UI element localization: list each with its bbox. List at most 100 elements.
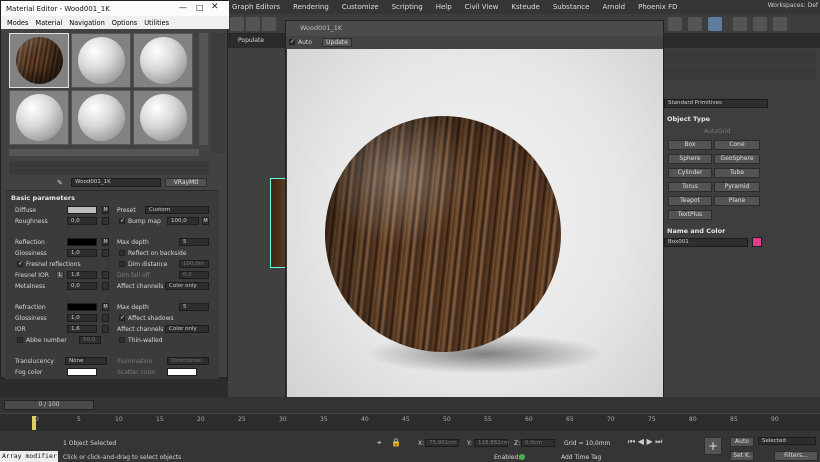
bump-checkbox[interactable] xyxy=(119,217,125,224)
menu-arnold[interactable]: Arnold xyxy=(602,3,625,11)
dim-distance-checkbox[interactable] xyxy=(119,261,125,267)
ior-field[interactable]: 1,6 xyxy=(67,325,97,333)
affect-shadows-checkbox[interactable] xyxy=(119,314,125,321)
geosphere-button[interactable]: GeoSphere xyxy=(714,154,760,164)
object-type-header[interactable]: Object Type xyxy=(667,115,710,123)
menu-navigation[interactable]: Navigation xyxy=(69,19,105,27)
refraction-affect-channels-dropdown[interactable]: Color only xyxy=(165,325,209,333)
move-icon[interactable] xyxy=(230,17,244,31)
menu-help[interactable]: Help xyxy=(436,3,452,11)
cone-button[interactable]: Cone xyxy=(714,140,760,150)
fresnel-ior-map-button[interactable] xyxy=(102,271,109,279)
teapot-icon[interactable] xyxy=(773,17,787,31)
enabled-indicator[interactable] xyxy=(519,454,525,460)
menu-scripting[interactable]: Scripting xyxy=(392,3,423,11)
sample-slot-wood[interactable] xyxy=(9,33,69,88)
glossiness-map-button[interactable] xyxy=(102,249,109,257)
fresnel-checkbox[interactable] xyxy=(17,260,23,267)
teapot-button[interactable]: Teapot xyxy=(668,196,712,206)
filters-button[interactable]: Filters... xyxy=(774,451,818,461)
minimize-icon[interactable]: — xyxy=(179,3,187,12)
rotate-icon[interactable] xyxy=(246,17,260,31)
refraction-swatch[interactable] xyxy=(67,303,97,311)
menu-material[interactable]: Material xyxy=(35,19,62,27)
material-editor-icon[interactable] xyxy=(708,17,722,31)
add-time-tag[interactable]: Add Time Tag xyxy=(561,454,601,461)
sample-slot[interactable] xyxy=(71,33,131,88)
render-production-icon[interactable] xyxy=(753,17,767,31)
material-name-field[interactable]: Wood001_1K xyxy=(71,178,161,187)
render-frame-icon[interactable] xyxy=(688,17,702,31)
max-depth-field[interactable]: 5 xyxy=(179,238,209,246)
menu-civil-view[interactable]: Civil View xyxy=(465,3,499,11)
render-icon[interactable] xyxy=(733,17,747,31)
sample-slot[interactable] xyxy=(9,90,69,145)
timeline-ruler[interactable] xyxy=(0,413,820,431)
metalness-field[interactable]: 0,0 xyxy=(67,282,97,290)
reflection-affect-channels-dropdown[interactable]: Color only xyxy=(165,282,209,290)
refr-glossiness-field[interactable]: 1,0 xyxy=(67,314,97,322)
menu-ksteude[interactable]: Ksteude xyxy=(511,3,539,11)
sample-slot[interactable] xyxy=(133,90,193,145)
auto-key-button[interactable]: Auto xyxy=(730,437,754,447)
fresnel-lock-button[interactable]: L xyxy=(56,271,64,279)
refr-glossiness-map-button[interactable] xyxy=(102,314,109,322)
slots-scrollbar[interactable] xyxy=(199,33,208,145)
auto-checkbox[interactable] xyxy=(289,38,295,45)
basic-parameters-header[interactable]: Basic parameters xyxy=(11,194,75,202)
autogrid-label[interactable]: AutoGrid xyxy=(704,128,731,135)
maxscript-listener[interactable]: Array modifier xyxy=(0,451,58,462)
box-object[interactable] xyxy=(270,178,286,268)
roughness-map-button[interactable] xyxy=(102,217,109,225)
bump-field[interactable]: 100,0 xyxy=(167,217,199,225)
reflect-backside-checkbox[interactable] xyxy=(119,250,125,256)
tube-button[interactable]: Tube xyxy=(714,168,760,178)
fresnel-ior-field[interactable]: 1,6 xyxy=(67,271,97,279)
name-color-header[interactable]: Name and Color xyxy=(667,227,725,235)
scale-icon[interactable] xyxy=(262,17,276,31)
z-field[interactable]: 0,0cm xyxy=(521,439,555,447)
update-button[interactable]: Update xyxy=(322,38,352,47)
menu-options[interactable]: Options xyxy=(112,19,137,27)
material-type-button[interactable]: VRayMtl xyxy=(165,178,207,187)
close-icon[interactable]: ✕ xyxy=(211,2,219,12)
lock-icon[interactable]: 🔒 xyxy=(391,438,401,447)
eyedropper-icon[interactable]: ✎ xyxy=(57,179,63,187)
y-field[interactable]: 118,882cm xyxy=(474,439,509,447)
fog-color-swatch[interactable] xyxy=(67,368,97,376)
x-field[interactable]: 75,901cm xyxy=(425,439,459,447)
metalness-map-button[interactable] xyxy=(102,282,109,290)
key-filter-dropdown[interactable]: Selected xyxy=(758,437,816,445)
glossiness-field[interactable]: 1,0 xyxy=(67,249,97,257)
frame-indicator[interactable]: 0 / 100 xyxy=(4,400,94,410)
menu-graph-editors[interactable]: Graph Editors xyxy=(232,3,280,11)
isolate-icon[interactable]: ⌖ xyxy=(377,438,382,448)
refraction-map-button[interactable]: M xyxy=(102,303,109,311)
ior-map-button[interactable] xyxy=(102,325,109,333)
bump-map-button[interactable]: M xyxy=(202,217,209,225)
thin-walled-checkbox[interactable] xyxy=(119,337,125,343)
menu-customize[interactable]: Customize xyxy=(342,3,379,11)
cylinder-button[interactable]: Cylinder xyxy=(668,168,712,178)
box-button[interactable]: Box xyxy=(668,140,712,150)
add-key-button[interactable]: + xyxy=(704,437,722,455)
sample-slot[interactable] xyxy=(71,90,131,145)
refr-max-depth-field[interactable]: 5 xyxy=(179,303,209,311)
menu-rendering[interactable]: Rendering xyxy=(293,3,329,11)
menu-phoenix-fd[interactable]: Phoenix FD xyxy=(638,3,677,11)
abbe-checkbox[interactable] xyxy=(17,337,23,343)
set-key-button[interactable]: Set K. xyxy=(730,451,754,461)
sphere-button[interactable]: Sphere xyxy=(668,154,712,164)
workspaces-selector[interactable]: Workspaces: Def xyxy=(768,2,818,9)
menu-modes[interactable]: Modes xyxy=(7,19,28,27)
reflection-swatch[interactable] xyxy=(67,238,97,246)
roughness-field[interactable]: 0,0 xyxy=(67,217,97,225)
translucency-dropdown[interactable]: None xyxy=(65,357,107,365)
textplus-button[interactable]: TextPlus xyxy=(668,210,712,220)
playback-controls[interactable]: ⏮ ◀ ▶ ⏭ xyxy=(628,437,662,447)
sample-slot[interactable] xyxy=(133,33,193,88)
torus-button[interactable]: Torus xyxy=(668,182,712,192)
maximize-icon[interactable]: □ xyxy=(196,3,204,12)
populate-tab[interactable]: Populate xyxy=(238,37,264,44)
reflection-map-button[interactable]: M xyxy=(102,238,109,246)
